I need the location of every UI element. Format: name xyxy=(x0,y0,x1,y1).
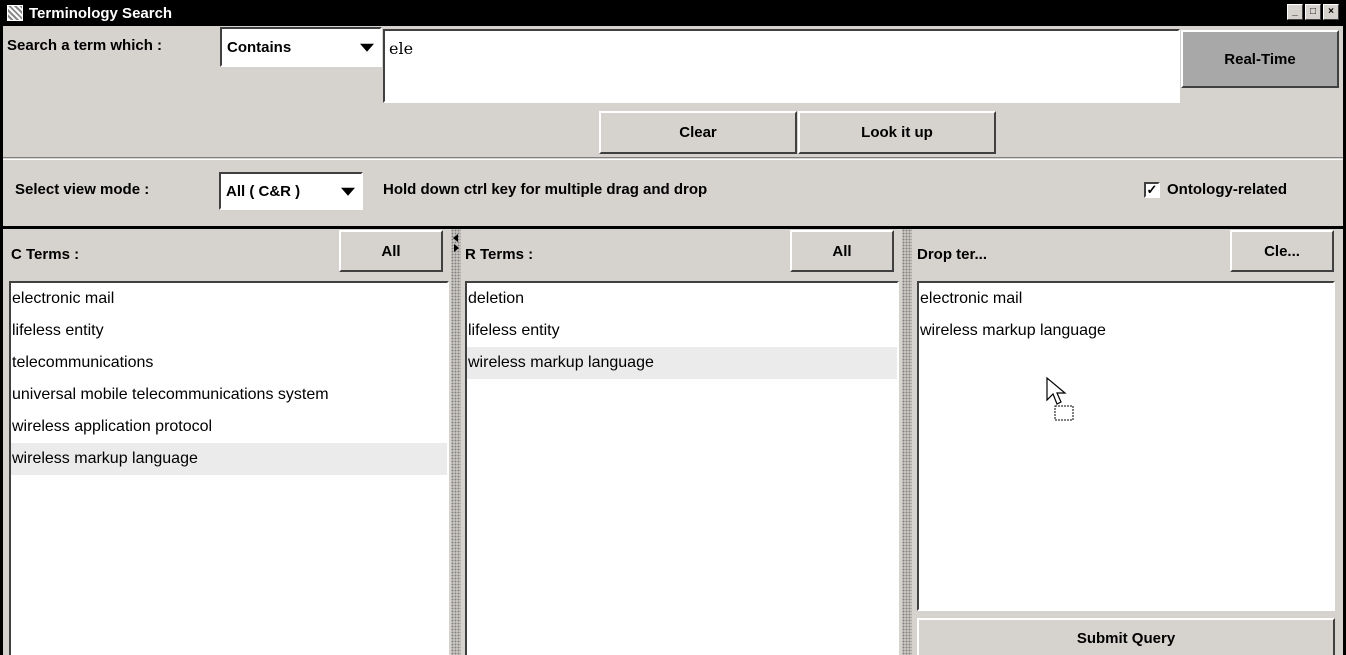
terminology-search-window: Terminology Search _ □ × Search a term w… xyxy=(0,0,1346,655)
list-item[interactable]: electronic mail xyxy=(11,283,447,315)
search-mode-select[interactable]: Contains xyxy=(220,27,382,67)
app-icon xyxy=(7,5,23,21)
drop-clear-label: Cle... xyxy=(1264,242,1300,260)
submit-query-label: Submit Query xyxy=(1076,629,1176,647)
c-terms-list[interactable]: electronic mail lifeless entity telecomm… xyxy=(9,281,449,655)
window-title: Terminology Search xyxy=(29,4,173,22)
ontology-checkbox[interactable]: ✓ xyxy=(1144,182,1160,198)
list-item[interactable]: electronic mail xyxy=(919,283,1333,315)
real-time-button[interactable]: Real-Time xyxy=(1181,30,1339,88)
drop-terms-label: Drop ter... xyxy=(917,246,988,263)
list-item[interactable]: wireless application protocol xyxy=(11,411,447,443)
list-item[interactable]: telecommunications xyxy=(11,347,447,379)
drop-terms-list[interactable]: electronic mail wireless markup language xyxy=(917,281,1335,611)
list-item[interactable]: wireless markup language xyxy=(11,443,447,475)
minimize-icon[interactable]: _ xyxy=(1287,4,1303,20)
close-icon[interactable]: × xyxy=(1323,4,1339,20)
r-terms-panel: R Terms : All deletion lifeless entity w… xyxy=(463,229,899,655)
clear-button[interactable]: Clear xyxy=(599,111,797,154)
c-terms-panel: C Terms : All electronic mail lifeless e… xyxy=(9,229,449,655)
ontology-label: Ontology-related xyxy=(1167,181,1288,198)
real-time-label: Real-Time xyxy=(1224,50,1296,68)
split-divider[interactable] xyxy=(902,229,912,655)
c-terms-label: C Terms : xyxy=(11,246,80,263)
clear-label: Clear xyxy=(679,124,717,141)
look-it-up-label: Look it up xyxy=(861,124,933,141)
c-terms-all-button[interactable]: All xyxy=(339,230,443,272)
view-mode-label: Select view mode : xyxy=(15,181,150,198)
split-arrows-icon[interactable] xyxy=(450,232,462,254)
list-item[interactable]: lifeless entity xyxy=(467,315,897,347)
separator xyxy=(3,157,1343,160)
search-input-value: ele xyxy=(389,39,414,58)
c-terms-all-label: All xyxy=(381,242,401,260)
chevron-down-icon xyxy=(360,43,374,52)
view-mode-value: All ( C&R ) xyxy=(226,182,301,200)
view-mode-select[interactable]: All ( C&R ) xyxy=(219,172,363,210)
r-terms-all-label: All xyxy=(832,242,852,260)
drag-drop-hint: Hold down ctrl key for multiple drag and… xyxy=(383,181,708,198)
chevron-down-icon xyxy=(341,187,355,196)
list-item[interactable]: lifeless entity xyxy=(11,315,447,347)
list-item[interactable]: universal mobile telecommunications syst… xyxy=(11,379,447,411)
drop-terms-panel: Drop ter... Cle... electronic mail wirel… xyxy=(915,229,1340,655)
list-item[interactable]: deletion xyxy=(467,283,897,315)
maximize-icon[interactable]: □ xyxy=(1305,4,1321,20)
search-label: Search a term which : xyxy=(7,37,163,54)
r-terms-label: R Terms : xyxy=(465,246,534,263)
r-terms-all-button[interactable]: All xyxy=(790,230,894,272)
window-controls: _ □ × xyxy=(1287,4,1339,20)
search-input[interactable]: ele xyxy=(383,29,1180,103)
submit-query-button[interactable]: Submit Query xyxy=(917,618,1335,655)
drop-clear-button[interactable]: Cle... xyxy=(1230,230,1334,272)
drag-cursor-icon xyxy=(1046,376,1074,421)
look-it-up-button[interactable]: Look it up xyxy=(798,111,996,154)
search-mode-value: Contains xyxy=(227,38,292,56)
list-item[interactable]: wireless markup language xyxy=(467,347,897,379)
split-divider[interactable] xyxy=(451,229,461,655)
r-terms-list[interactable]: deletion lifeless entity wireless markup… xyxy=(465,281,899,655)
title-bar[interactable]: Terminology Search _ □ × xyxy=(3,0,1343,26)
list-item[interactable]: wireless markup language xyxy=(919,315,1333,347)
